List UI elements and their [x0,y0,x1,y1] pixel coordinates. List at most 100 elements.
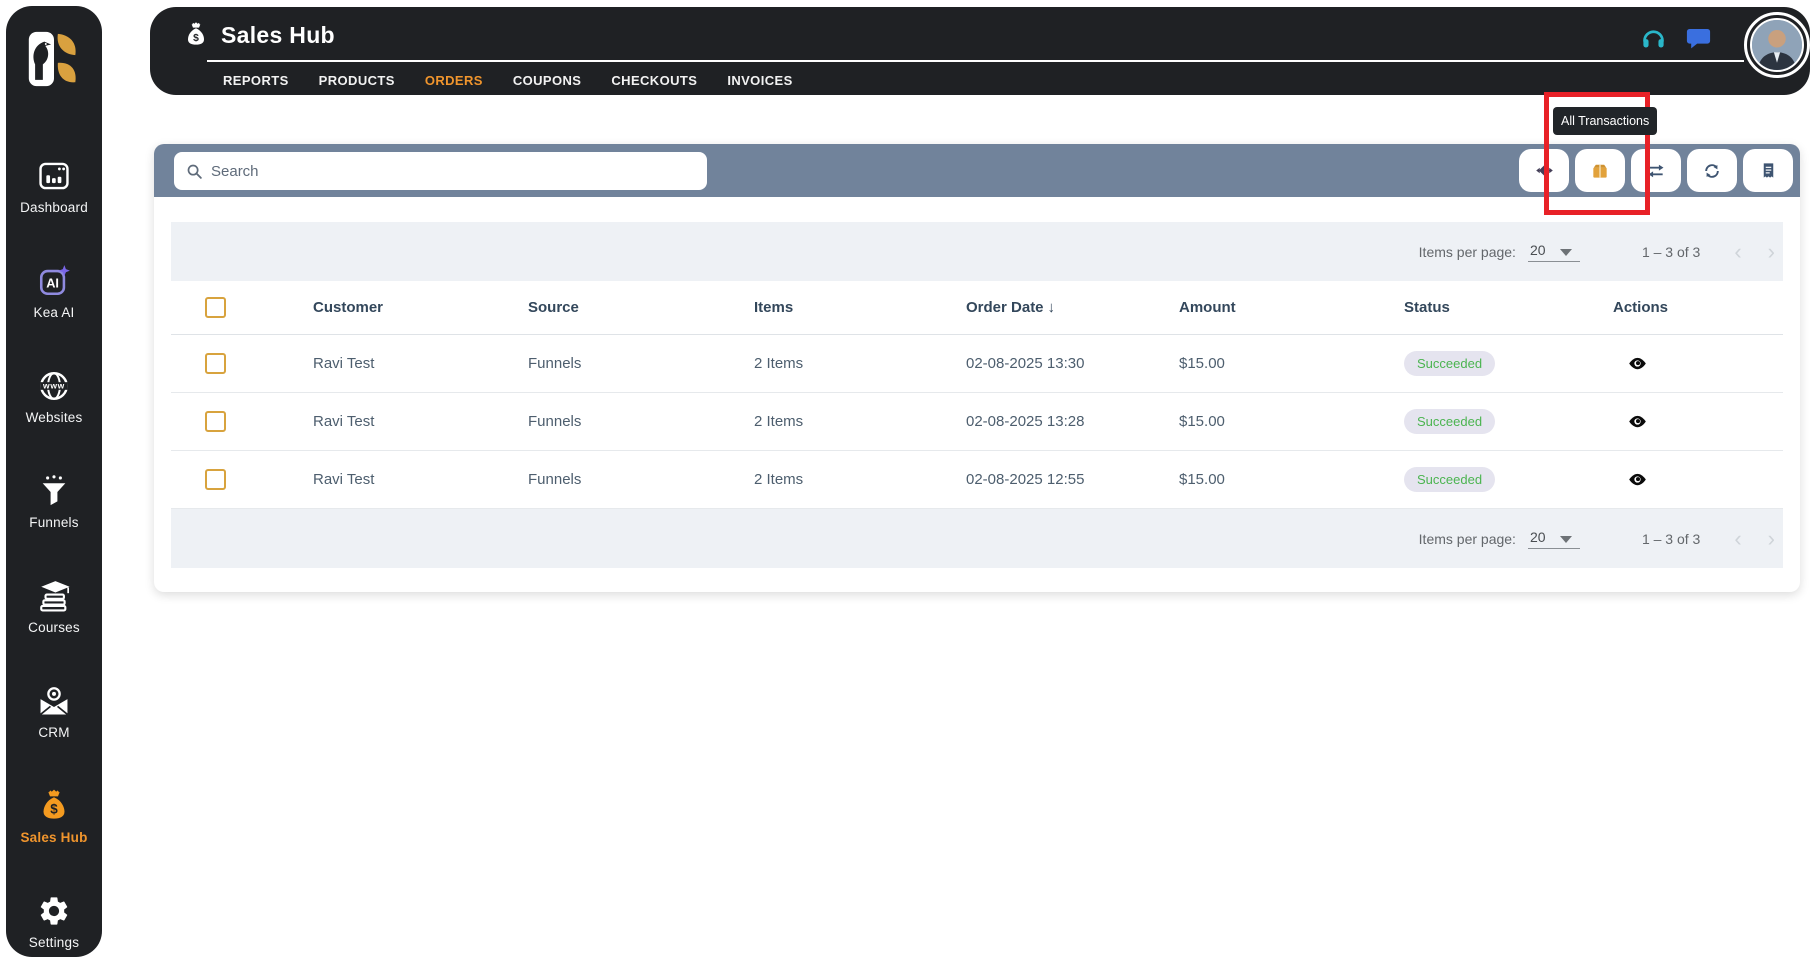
pager-nav: ‹ › [1734,528,1775,550]
row-checkbox[interactable] [205,469,226,490]
header-divider [207,60,1744,62]
cell-actions [1613,469,1783,490]
cell-source: Funnels [528,355,754,372]
refresh-icon [1702,161,1722,181]
cell-items: 2 Items [754,471,966,488]
pager-nav: ‹ › [1734,241,1775,263]
paginator-top: Items per page: 20 1 – 3 of 3 ‹ › [171,222,1783,281]
money-bag-icon: $ [183,21,209,49]
cell-actions [1613,411,1783,432]
sidebar-item-dashboard[interactable]: Dashboard [6,134,102,239]
sidebar-item-settings[interactable]: Settings [6,869,102,963]
chevron-down-icon [1560,536,1572,543]
row-select-cell [171,353,313,374]
cell-status: Succeeded [1404,409,1613,434]
col-order-date[interactable]: Order Date↓ [966,299,1179,316]
eye-icon [1627,353,1648,374]
row-checkbox[interactable] [205,411,226,432]
cell-customer: Ravi Test [313,413,528,430]
paginator-bottom: Items per page: 20 1 – 3 of 3 ‹ › [171,509,1783,568]
headphones-icon[interactable] [1640,25,1667,52]
tab-products[interactable]: PRODUCTS [317,69,397,92]
avatar[interactable] [1744,12,1810,78]
col-items[interactable]: Items [754,299,966,316]
sidebar-item-websites[interactable]: www Websites [6,344,102,449]
websites-icon: www [37,369,71,403]
transfer-arrows-button[interactable] [1631,149,1681,192]
search-input[interactable] [211,163,695,180]
svg-text:$: $ [193,33,199,44]
col-source[interactable]: Source [528,299,754,316]
next-page-icon[interactable]: › [1768,528,1775,550]
table-area: Items per page: 20 1 – 3 of 3 ‹ › Custom… [154,197,1800,568]
sidebar: Dashboard AI Kea AI www Websites [6,6,102,957]
sidebar-item-label: Funnels [29,515,78,530]
prev-page-icon[interactable]: ‹ [1734,241,1741,263]
cell-source: Funnels [528,413,754,430]
kea-ai-icon: AI [37,264,71,298]
sidebar-item-courses[interactable]: Courses [6,554,102,659]
sidebar-item-label: Settings [29,935,79,950]
orders-card: Items per page: 20 1 – 3 of 3 ‹ › Custom… [154,144,1800,592]
view-order-button[interactable] [1627,469,1648,490]
top-header: $ Sales Hub REPORTS PRODUCTS ORDERS COUP… [150,7,1810,95]
courses-icon [37,579,71,613]
sidebar-item-kea-ai[interactable]: AI Kea AI [6,239,102,344]
settings-icon [37,894,71,928]
view-order-button[interactable] [1627,411,1648,432]
refresh-button[interactable] [1687,149,1737,192]
cell-order-date: 02-08-2025 12:55 [966,471,1179,488]
sidebar-item-label: Dashboard [20,200,88,215]
table-row: Ravi Test Funnels 2 Items 02-08-2025 13:… [171,393,1783,451]
tab-checkouts[interactable]: CHECKOUTS [609,69,699,92]
cell-status: Succeeded [1404,467,1613,492]
table-row: Ravi Test Funnels 2 Items 02-08-2025 13:… [171,335,1783,393]
sort-desc-icon[interactable]: ↓ [1048,299,1056,316]
col-customer[interactable]: Customer [313,299,528,316]
col-status[interactable]: Status [1404,299,1613,316]
tab-reports[interactable]: REPORTS [221,69,291,92]
sales-hub-icon: $ [37,789,71,823]
header-icons [1640,25,1712,52]
tab-coupons[interactable]: COUPONS [511,69,584,92]
select-all-cell [171,297,313,318]
col-amount[interactable]: Amount [1179,299,1404,316]
avatar-photo [1750,18,1804,72]
sidebar-item-funnels[interactable]: Funnels [6,449,102,554]
all-transactions-button[interactable] [1575,149,1625,192]
sidebar-item-label: CRM [38,725,69,740]
sidebar-item-label: Courses [28,620,80,635]
view-order-button[interactable] [1627,353,1648,374]
tab-orders[interactable]: ORDERS [423,69,485,92]
select-all-checkbox[interactable] [205,297,226,318]
sidebar-item-label: Sales Hub [20,830,87,845]
row-select-cell [171,411,313,432]
sidebar-item-sales-hub[interactable]: $ Sales Hub [6,764,102,869]
kea-logo[interactable] [23,28,85,90]
receipt-button[interactable] [1743,149,1793,192]
all-transactions-tooltip: All Transactions [1553,107,1657,135]
page-range: 1 – 3 of 3 [1642,244,1700,260]
chevron-down-icon [1560,249,1572,256]
diamond-swap-button[interactable] [1519,149,1569,192]
items-per-page-select[interactable]: 20 [1528,529,1580,549]
cell-amount: $15.00 [1179,355,1404,372]
cell-actions [1613,353,1783,374]
sidebar-nav: Dashboard AI Kea AI www Websites [6,134,102,963]
items-per-page-label: Items per page: [1419,531,1516,547]
items-per-page-select[interactable]: 20 [1528,242,1580,262]
cell-status: Succeeded [1404,351,1613,376]
next-page-icon[interactable]: › [1768,241,1775,263]
col-order-date-label: Order Date [966,299,1044,316]
prev-page-icon[interactable]: ‹ [1734,528,1741,550]
kea-logo-icon [23,28,85,90]
funnels-icon [37,474,71,508]
sidebar-item-label: Kea AI [34,305,75,320]
tab-invoices[interactable]: INVOICES [725,69,794,92]
chat-icon[interactable] [1685,25,1712,52]
col-actions: Actions [1613,299,1783,316]
sidebar-item-crm[interactable]: CRM [6,659,102,764]
table-row: Ravi Test Funnels 2 Items 02-08-2025 12:… [171,451,1783,509]
orders-toolbar [154,144,1800,197]
row-checkbox[interactable] [205,353,226,374]
